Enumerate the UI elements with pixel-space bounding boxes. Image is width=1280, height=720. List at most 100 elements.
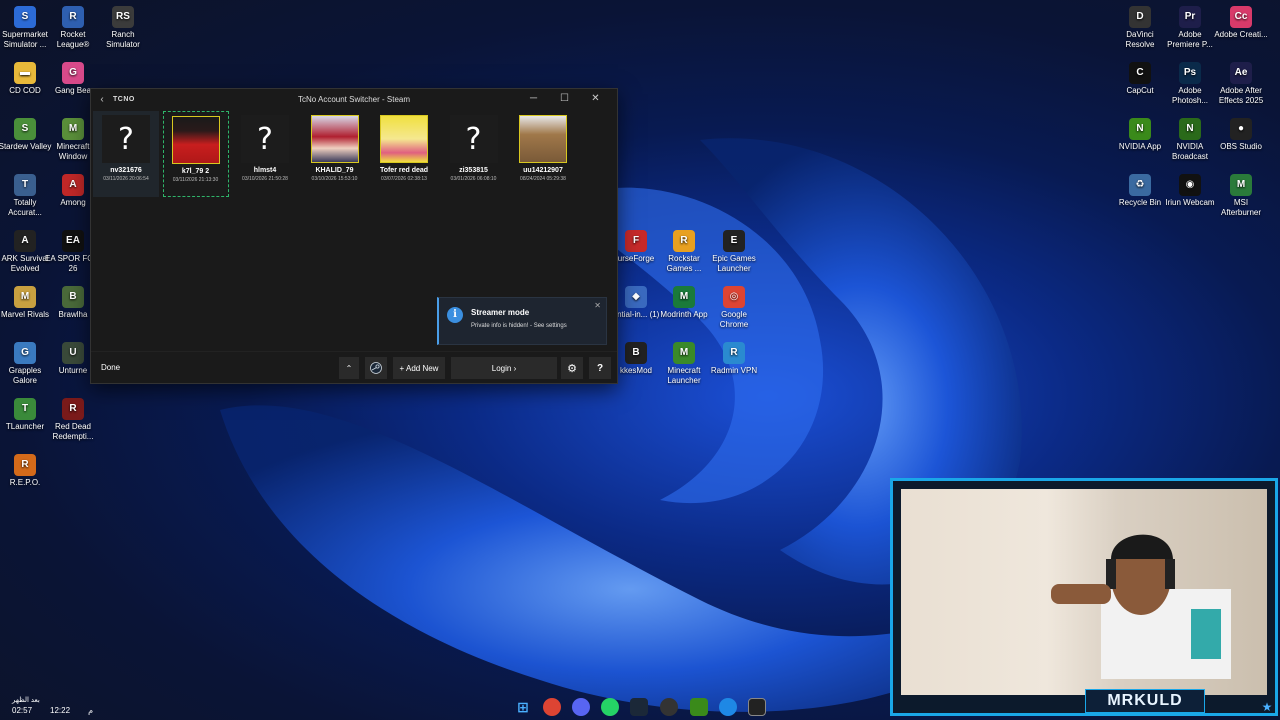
gear-icon: ⚙ [567,362,577,375]
account-name: nv321676 [110,167,142,174]
info-icon: i [447,307,463,323]
collapse-up-button[interactable]: ⌃ [339,357,359,379]
desktop-item-right-8[interactable]: ● OBS Studio [1213,118,1269,152]
windows-start-icon[interactable]: ⊞ [514,698,532,716]
account-avatar: ? [241,115,289,163]
account-tile[interactable]: KHALID_79 03/10/2026 15:53:10 [302,111,368,197]
toast-close-icon[interactable]: ✕ [594,301,601,310]
account-name: Tofer red dead [379,167,429,174]
account-tile[interactable]: ? nv321676 03/11/2026 20:06:54 [93,111,159,197]
desktop-item-right-11-label: MSI Afterburner [1220,198,1262,217]
desktop-item-right-5-label: Adobe After Effects 2025 [1218,86,1264,105]
account-name: zi353815 [459,167,488,174]
close-button[interactable]: ✕ [580,89,611,109]
account-tile[interactable]: k7l_79 2 03/11/2026 21:13:30 [162,111,229,197]
account-last-login: 03/07/2026 02:38:13 [381,176,427,182]
chrome-icon[interactable] [543,698,561,716]
desktop-item-middle-4[interactable]: M Modrinth App [656,286,712,320]
desktop-item-left-16[interactable]: R Red Dead Redempti... [45,398,101,442]
steam-platform-button[interactable] [365,357,387,379]
desktop-item-right-4[interactable]: Ps Adobe Photosh... [1162,62,1218,106]
desktop-item-middle-8-label: Radmin VPN [710,366,758,375]
maximize-button[interactable]: ☐ [549,89,580,109]
desktop-item-middle-2[interactable]: E Epic Games Launcher [706,230,762,274]
help-icon: ? [596,362,604,374]
account-avatar [380,115,428,163]
desktop-item-middle-8-icon: R [723,342,745,364]
desktop-item-right-10-icon: ◉ [1179,174,1201,196]
desktop-item-right-9[interactable]: ♻ Recycle Bin [1112,174,1168,208]
title-bar[interactable]: ‹ TCNO TcNo Account Switcher - Steam ─ ☐… [91,89,617,109]
desktop-item-right-3[interactable]: C CapCut [1112,62,1168,96]
desktop-item-left-5-icon: S [14,118,36,140]
system-clock[interactable]: بعد الظهر 02:57 12:22 م [12,696,93,716]
desktop-item-right-1[interactable]: Pr Adobe Premiere P... [1162,6,1218,50]
desktop-item-right-0-icon: D [1129,6,1151,28]
desktop-item-left-3-icon: ▬ [14,62,36,84]
desktop-item-middle-7-label: Minecraft Launcher [667,366,701,385]
discord-icon[interactable] [572,698,590,716]
desktop-item-right-6[interactable]: N NVIDIA App [1112,118,1168,152]
account-tile[interactable]: Tofer red dead 03/07/2026 02:38:13 [371,111,437,197]
desktop-item-right-2[interactable]: Cc Adobe Creati... [1213,6,1269,40]
account-last-login: 03/11/2026 20:06:54 [103,176,149,182]
desktop-item-right-4-icon: Ps [1179,62,1201,84]
account-last-login: 08/24/2024 05:29:38 [520,176,566,182]
desktop-item-left-2-icon: RS [112,6,134,28]
toast-message[interactable]: Private info is hidden! - See settings [471,323,567,329]
desktop-item-right-1-label: Adobe Premiere P... [1167,30,1213,49]
desktop-item-left-1-icon: R [62,6,84,28]
account-last-login: 03/01/2026 06:08:10 [450,176,497,182]
desktop-item-right-11[interactable]: M MSI Afterburner [1213,174,1269,218]
desktop-item-left-9-icon: A [14,230,36,252]
desktop-item-right-0[interactable]: D DaVinci Resolve [1112,6,1168,50]
desktop-item-left-1[interactable]: R Rocket League® [45,6,101,50]
desktop-item-right-5-icon: Ae [1230,62,1252,84]
desktop-item-left-17[interactable]: R R.E.P.O. [0,454,53,488]
desktop-item-left-16-icon: R [62,398,84,420]
help-button[interactable]: ? [589,357,611,379]
edge-icon[interactable] [719,698,737,716]
star-icon[interactable]: ★ [1258,698,1276,716]
account-tile[interactable]: ? zi353815 03/01/2026 06:08:10 [441,111,507,197]
login-button[interactable]: Login › [451,357,557,379]
desktop-item-left-2[interactable]: RS Ranch Simulator [95,6,151,50]
desktop-item-middle-1-label: Rockstar Games ... [666,254,702,273]
streamer-figure [1051,534,1231,679]
desktop-item-left-8-icon: A [62,174,84,196]
desktop-item-middle-1[interactable]: R Rockstar Games ... [656,230,712,274]
desktop-item-middle-8[interactable]: R Radmin VPN [706,342,762,376]
desktop-item-right-10[interactable]: ◉ Iriun Webcam [1162,174,1218,208]
account-avatar: ? [102,115,150,163]
account-switcher-window: ‹ TCNO TcNo Account Switcher - Steam ─ ☐… [90,88,618,384]
desktop-item-right-2-icon: Cc [1230,6,1252,28]
account-avatar: ? [449,115,498,163]
add-new-label: + Add New [399,363,439,373]
settings-button[interactable]: ⚙ [561,357,583,379]
desktop-item-middle-4-icon: M [673,286,695,308]
whatsapp-icon[interactable] [601,698,619,716]
account-tile[interactable]: uu14212907 08/24/2024 05:29:38 [510,111,576,197]
nvidia-taskbar-icon[interactable] [690,698,708,716]
desktop-item-middle-7[interactable]: M Minecraft Launcher [656,342,712,386]
account-avatar [171,116,220,164]
add-new-button[interactable]: + Add New [393,357,445,379]
minimize-button[interactable]: ─ [518,89,549,109]
streamer-mode-toast[interactable]: i Streamer mode Private info is hidden! … [437,297,607,345]
desktop-item-left-7-icon: T [14,174,36,196]
desktop-item-right-4-label: Adobe Photosh... [1171,86,1209,105]
desktop-item-right-3-icon: C [1129,62,1151,84]
obs-taskbar-icon[interactable] [660,698,678,716]
account-switcher-taskbar-icon[interactable] [748,698,766,716]
desktop-item-right-5[interactable]: Ae Adobe After Effects 2025 [1213,62,1269,106]
desktop-item-middle-5[interactable]: ◎ Google Chrome [706,286,762,330]
done-button[interactable]: Done [101,363,120,372]
desktop-item-left-4-icon: G [62,62,84,84]
account-avatar [310,115,359,163]
desktop-item-left-17-label: R.E.P.O. [9,478,41,487]
steam-taskbar-icon[interactable] [630,698,648,716]
desktop-item-right-6-label: NVIDIA App [1118,142,1162,151]
desktop-item-right-7[interactable]: N NVIDIA Broadcast [1162,118,1218,162]
account-name: k7l_79 2 [181,168,210,175]
account-tile[interactable]: ? hlmst4 03/10/2026 21:50:28 [232,111,298,197]
